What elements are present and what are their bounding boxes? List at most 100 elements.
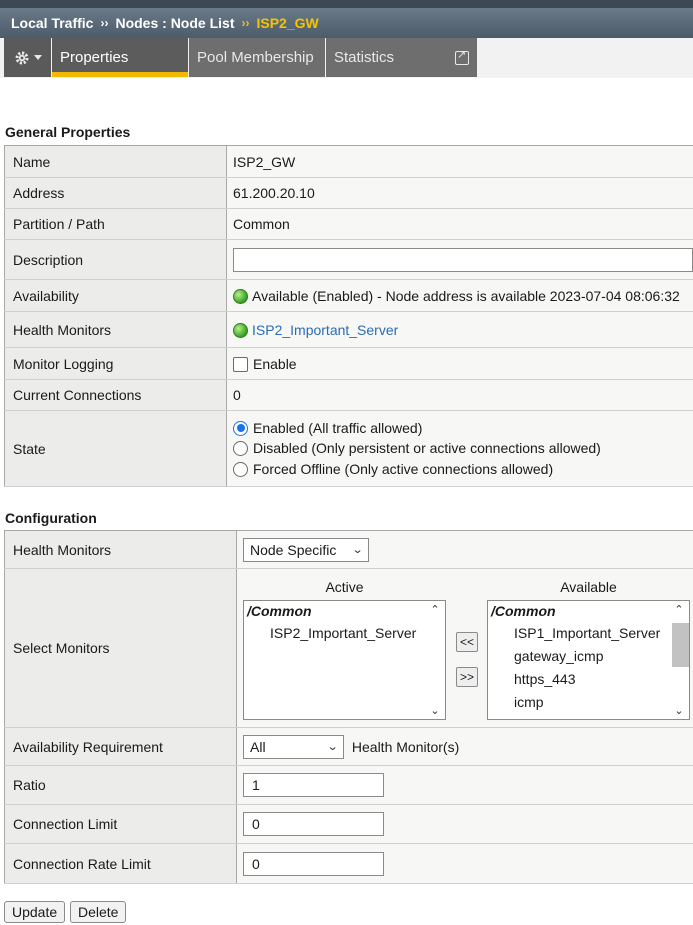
available-column-header: Available <box>560 579 617 595</box>
row-health-monitors: Health Monitors ISP2_Important_Server <box>4 311 693 348</box>
select-value: All <box>250 738 266 755</box>
monitor-logging-checkbox[interactable] <box>233 356 248 372</box>
state-option-enabled[interactable]: Enabled (All traffic allowed) <box>233 418 693 439</box>
configuration-title: Configuration <box>5 510 97 526</box>
tab-bar: Properties Pool Membership Statistics <box>0 38 693 78</box>
tab-pool-membership[interactable]: Pool Membership <box>189 38 325 77</box>
monitor-logging-label: Monitor Logging <box>4 347 227 380</box>
description-label: Description <box>4 239 227 280</box>
name-label: Name <box>4 145 227 178</box>
list-item[interactable]: ISP2_Important_Server <box>244 622 445 645</box>
row-state: State Enabled (All traffic allowed) Disa… <box>4 410 693 487</box>
available-monitors-list[interactable]: /Common ISP1_Important_Server gateway_ic… <box>487 600 690 720</box>
breadcrumb-node-list[interactable]: Nodes : Node List <box>115 15 234 31</box>
row-monitor-logging: Monitor Logging Enable <box>4 347 693 380</box>
active-list-scrollbar[interactable]: ⌃ ⌄ <box>425 601 445 719</box>
config-health-monitors-label: Health Monitors <box>4 530 237 569</box>
breadcrumb-separator: ›› <box>100 16 109 30</box>
tab-properties[interactable]: Properties <box>52 38 188 77</box>
chevron-down-icon: ⌄ <box>326 741 339 753</box>
row-availability-requirement: Availability Requirement All ⌄ Health Mon… <box>4 727 693 766</box>
caret-down-icon <box>33 54 42 60</box>
scroll-down-icon[interactable]: ⌄ <box>425 704 445 717</box>
state-radio-disabled[interactable] <box>233 441 248 457</box>
description-input[interactable] <box>233 247 693 272</box>
breadcrumb-separator: ›› <box>241 16 250 30</box>
row-current-connections: Current Connections 0 <box>4 379 693 411</box>
monitor-logging-checkbox-label: Enable <box>253 355 297 372</box>
availability-requirement-suffix: Health Monitor(s) <box>351 738 460 755</box>
health-monitors-label: Health Monitors <box>4 311 227 348</box>
general-properties-title: General Properties <box>5 124 131 140</box>
breadcrumb-current: ISP2_GW <box>256 15 319 31</box>
breadcrumb: Local Traffic ›› Nodes : Node List ›› IS… <box>0 0 693 38</box>
list-item[interactable]: gateway_icmp <box>488 645 689 668</box>
health-monitors-select[interactable]: Node Specific ⌄ <box>243 537 369 562</box>
chevron-down-icon: ⌄ <box>351 544 364 556</box>
available-status-icon <box>233 288 248 304</box>
delete-button[interactable]: Delete <box>70 901 127 923</box>
current-connections-value: 0 <box>226 379 693 411</box>
available-group-header: /Common <box>491 603 556 619</box>
ratio-input[interactable] <box>243 773 384 797</box>
ratio-label: Ratio <box>4 765 237 805</box>
address-label: Address <box>4 177 227 209</box>
connection-limit-input[interactable] <box>243 812 384 836</box>
row-connection-limit: Connection Limit <box>4 804 693 844</box>
availability-label: Availability <box>4 279 227 312</box>
popout-icon[interactable] <box>455 48 469 65</box>
row-connection-rate-limit: Connection Rate Limit <box>4 843 693 884</box>
health-monitor-link[interactable]: ISP2_Important_Server <box>252 322 398 338</box>
general-properties-table: Name ISP2_GW Address 61.200.20.10 Partit… <box>4 145 693 487</box>
scroll-up-icon[interactable]: ⌃ <box>425 603 445 616</box>
active-monitors-list[interactable]: /Common ISP2_Important_Server ⌃ ⌄ <box>243 600 446 720</box>
move-to-active-button[interactable]: << <box>456 632 478 652</box>
state-radio-enabled[interactable] <box>233 420 248 436</box>
move-to-available-button[interactable]: >> <box>456 667 478 687</box>
state-radio-forced-offline[interactable] <box>233 461 248 477</box>
state-label: State <box>4 410 227 487</box>
state-option-label: Disabled (Only persistent or active conn… <box>253 440 601 457</box>
row-availability: Availability Available (Enabled) - Node … <box>4 279 693 312</box>
available-list-scrollbar[interactable]: ⌃ ⌄ <box>669 601 689 719</box>
list-item[interactable]: https_443 <box>488 668 689 691</box>
row-partition: Partition / Path Common <box>4 208 693 240</box>
select-value: Node Specific <box>250 541 337 558</box>
connection-rate-limit-label: Connection Rate Limit <box>4 843 237 884</box>
row-address: Address 61.200.20.10 <box>4 177 693 209</box>
state-option-label: Forced Offline (Only active connections … <box>253 460 554 477</box>
connection-limit-label: Connection Limit <box>4 804 237 844</box>
state-option-forced-offline[interactable]: Forced Offline (Only active connections … <box>233 459 693 480</box>
row-ratio: Ratio <box>4 765 693 805</box>
connection-rate-limit-input[interactable] <box>243 851 384 876</box>
row-name: Name ISP2_GW <box>4 145 693 178</box>
name-value: ISP2_GW <box>226 145 693 178</box>
select-monitors-label: Select Monitors <box>4 568 237 728</box>
address-value: 61.200.20.10 <box>226 177 693 209</box>
scrollbar-thumb[interactable] <box>672 623 689 667</box>
partition-value: Common <box>226 208 693 240</box>
gear-icon <box>15 51 28 64</box>
tab-label: Pool Membership <box>197 49 314 66</box>
row-description: Description <box>4 239 693 280</box>
breadcrumb-local-traffic[interactable]: Local Traffic <box>11 15 93 31</box>
active-column-header: Active <box>325 579 364 595</box>
list-item[interactable]: icmp <box>488 691 689 714</box>
list-item[interactable]: ISP1_Important_Server <box>488 622 689 645</box>
state-option-label: Enabled (All traffic allowed) <box>253 419 423 436</box>
monitor-status-icon <box>233 322 248 338</box>
partition-label: Partition / Path <box>4 208 227 240</box>
tab-label: Properties <box>60 49 129 66</box>
update-button[interactable]: Update <box>4 901 66 923</box>
row-config-health-monitors: Health Monitors Node Specific ⌄ <box>4 530 693 569</box>
gear-menu-button[interactable] <box>4 38 51 77</box>
tab-label: Statistics <box>334 49 395 66</box>
current-connections-label: Current Connections <box>4 379 227 411</box>
state-option-disabled[interactable]: Disabled (Only persistent or active conn… <box>233 438 693 459</box>
scroll-up-icon[interactable]: ⌃ <box>669 603 689 616</box>
availability-requirement-label: Availability Requirement <box>4 727 237 766</box>
availability-requirement-select[interactable]: All ⌄ <box>243 734 344 759</box>
active-group-header: /Common <box>247 603 312 619</box>
scroll-down-icon[interactable]: ⌄ <box>669 704 689 717</box>
tab-statistics[interactable]: Statistics <box>326 38 477 77</box>
